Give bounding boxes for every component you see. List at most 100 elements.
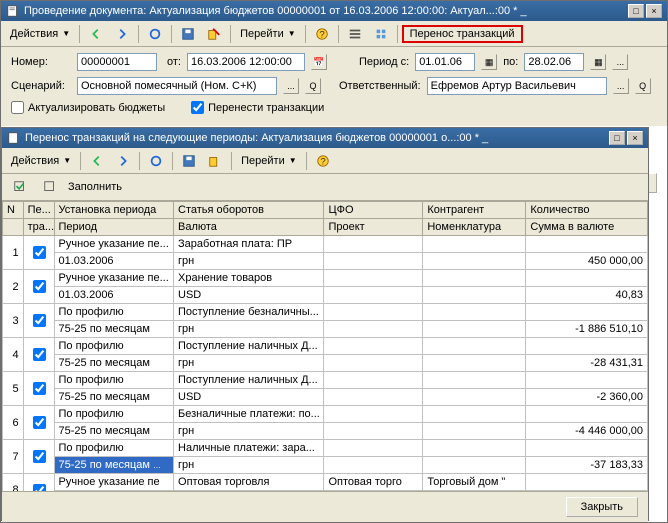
transfer-button[interactable]: Перенос транзакций [402, 25, 523, 43]
cell-contragent[interactable] [423, 406, 526, 423]
date-button[interactable]: 📅 [311, 54, 327, 70]
cal1-button[interactable]: ▦ [481, 54, 497, 70]
sub-back-icon[interactable] [85, 151, 109, 171]
cell-currency[interactable]: грн [174, 423, 324, 440]
cell-qty[interactable] [526, 474, 648, 491]
row-checkbox[interactable] [23, 338, 54, 372]
table-row[interactable]: 6По профилюБезналичные платежи: по... [3, 406, 648, 423]
uncheckall-icon[interactable] [38, 177, 62, 197]
table-row[interactable]: 75-25 по месяцамUSD -2 360,00 [3, 389, 648, 406]
actions-menu[interactable]: Действия▼ [5, 25, 75, 43]
table-row[interactable]: 1Ручное указание пе...Заработная плата: … [3, 236, 648, 253]
save-icon[interactable] [176, 24, 200, 44]
cell-currency[interactable]: USD [174, 389, 324, 406]
table-row[interactable]: 75-25 по месяцам …грн-37 183,33 [3, 457, 648, 474]
cell-cfo[interactable] [324, 338, 423, 355]
cell-cfo[interactable] [324, 236, 423, 253]
cell-setting[interactable]: По профилю [54, 338, 174, 355]
list-icon[interactable] [343, 24, 367, 44]
cell-qty[interactable] [526, 236, 648, 253]
row-checkbox[interactable] [23, 372, 54, 406]
table-row[interactable]: 8Ручное указание пеОптовая торговляОптов… [3, 474, 648, 491]
cell-sum[interactable]: -37 183,33 [526, 457, 648, 474]
table-row[interactable]: 75-25 по месяцамгрн-28 431,31 [3, 355, 648, 372]
cell-contragent[interactable] [423, 236, 526, 253]
cell-sum[interactable]: -2 360,00 [526, 389, 648, 406]
resp-dots[interactable]: ... [613, 78, 629, 94]
cell-cfo[interactable] [324, 406, 423, 423]
resp-q[interactable]: Q [635, 78, 651, 94]
cell-project[interactable] [324, 355, 423, 372]
cell-period[interactable]: 01.03.2006 [54, 287, 174, 304]
number-field[interactable]: 00000001 [77, 53, 157, 71]
sub-forward-icon[interactable] [111, 151, 135, 171]
cell-period[interactable]: 75-25 по месяцам … [54, 457, 174, 474]
table-row[interactable]: 75-25 по месяцамгрн-1 886 510,10 [3, 321, 648, 338]
table-row[interactable]: 75-25 по месяцамгрн-4 446 000,00 [3, 423, 648, 440]
cell-nomenclature[interactable] [423, 457, 526, 474]
col-qty[interactable]: Количество [526, 202, 648, 219]
cell-currency[interactable]: грн [174, 253, 324, 270]
cell-setting[interactable]: По профилю [54, 440, 174, 457]
cell-contragent[interactable] [423, 270, 526, 287]
row-checkbox[interactable] [23, 304, 54, 338]
table-row[interactable]: 2Ручное указание пе...Хранение товаров [3, 270, 648, 287]
cell-nomenclature[interactable] [423, 253, 526, 270]
row-checkbox[interactable] [23, 406, 54, 440]
col-n[interactable]: N [3, 202, 24, 219]
cell-setting[interactable]: Ручное указание пе... [54, 236, 174, 253]
forward-icon[interactable] [110, 24, 134, 44]
cell-article[interactable]: Заработная плата: ПР [174, 236, 324, 253]
checkall-icon[interactable] [8, 177, 32, 197]
table-row[interactable]: 7По профилюНаличные платежи: зара... [3, 440, 648, 457]
cell-cfo[interactable] [324, 372, 423, 389]
row-checkbox[interactable] [23, 236, 54, 270]
scenario-q[interactable]: Q [305, 78, 321, 94]
sub-post-icon[interactable] [203, 151, 227, 171]
cell-nomenclature[interactable] [423, 287, 526, 304]
cal2-button[interactable]: ▦ [590, 54, 606, 70]
more1-button[interactable]: ... [612, 54, 628, 70]
sub-max-button[interactable]: □ [609, 131, 625, 145]
cell-period[interactable]: 75-25 по месяцам [54, 321, 174, 338]
cell-project[interactable] [324, 253, 423, 270]
props-icon[interactable] [369, 24, 393, 44]
cell-cfo[interactable] [324, 304, 423, 321]
main-close-button[interactable]: × [646, 4, 662, 18]
fill-button[interactable]: Заполнить [68, 181, 122, 193]
col-flag[interactable]: Пе... [23, 202, 54, 219]
cell-period[interactable]: 75-25 по месяцам [54, 389, 174, 406]
sub-goto-menu[interactable]: Перейти▼ [236, 152, 302, 170]
table-row[interactable]: 5По профилюПоступление наличных Д... [3, 372, 648, 389]
cell-nomenclature[interactable] [423, 389, 526, 406]
cell-currency[interactable]: USD [174, 287, 324, 304]
scenario-dots[interactable]: ... [283, 78, 299, 94]
row-checkbox[interactable] [23, 474, 54, 492]
sub-actions-menu[interactable]: Действия▼ [6, 152, 76, 170]
main-max-button[interactable]: □ [628, 4, 644, 18]
sub-save-icon[interactable] [177, 151, 201, 171]
actualize-checkbox[interactable]: Актуализировать бюджеты [11, 101, 165, 114]
cell-qty[interactable] [526, 338, 648, 355]
help-icon[interactable]: ? [310, 24, 334, 44]
cell-sum[interactable]: -28 431,31 [526, 355, 648, 372]
period-to-field[interactable]: 28.02.06 [524, 53, 584, 71]
row-checkbox[interactable] [23, 270, 54, 304]
cell-qty[interactable] [526, 440, 648, 457]
cell-project[interactable] [324, 457, 423, 474]
cell-qty[interactable] [526, 270, 648, 287]
cell-article[interactable]: Наличные платежи: зара... [174, 440, 324, 457]
cell-article[interactable]: Поступление наличных Д... [174, 338, 324, 355]
table-row[interactable]: 4По профилюПоступление наличных Д... [3, 338, 648, 355]
cell-qty[interactable] [526, 304, 648, 321]
close-button[interactable]: Закрыть [566, 497, 638, 517]
col-setting[interactable]: Установка периода [54, 202, 174, 219]
goto-menu[interactable]: Перейти▼ [235, 25, 301, 43]
cell-project[interactable] [324, 321, 423, 338]
cell-sum[interactable]: 450 000,00 [526, 253, 648, 270]
scenario-field[interactable]: Основной помесячный (Ном. С+К) [77, 77, 277, 95]
back-icon[interactable] [84, 24, 108, 44]
row-checkbox[interactable] [23, 440, 54, 474]
cell-nomenclature[interactable] [423, 355, 526, 372]
cell-project[interactable] [324, 287, 423, 304]
